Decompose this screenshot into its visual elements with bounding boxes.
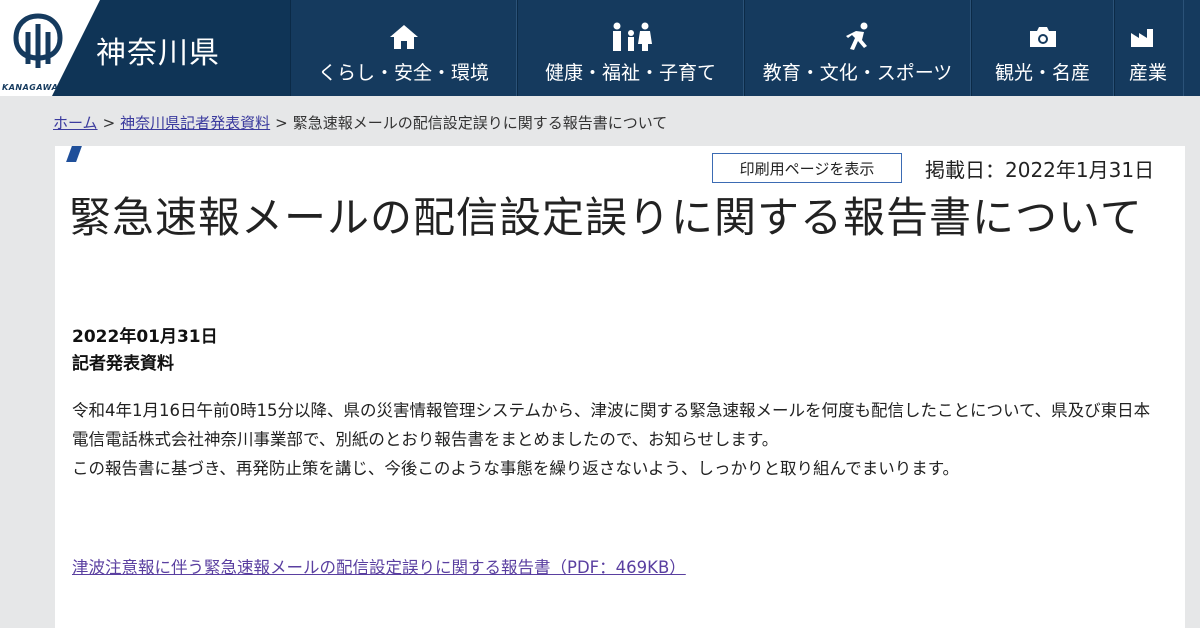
breadcrumb: ホーム > 神奈川県記者発表資料 > 緊急速報メールの配信設定誤りに関する報告書について bbox=[53, 112, 667, 133]
article-body: 令和4年1月16日午前0時15分以降、県の災害情報管理システムから、津波に関する… bbox=[72, 396, 1152, 483]
release-type: 記者発表資料 bbox=[72, 354, 174, 374]
nav-label: 健康・福祉・子育て bbox=[544, 62, 716, 84]
logo-caption: KANAGAWA bbox=[2, 83, 59, 92]
breadcrumb-parent-link[interactable]: 神奈川県記者発表資料 bbox=[120, 114, 270, 132]
site-header: KANAGAWA 神奈川県 くらし・安全・環境 健康・福祉・子育て 教育・文化・… bbox=[0, 0, 1200, 96]
nav-item-education[interactable]: 教育・文化・スポーツ bbox=[744, 0, 971, 96]
content-card: 印刷用ページを表示 掲載日：2022年1月31日 緊急速報メールの配信設定誤りに… bbox=[55, 146, 1185, 628]
nav-item-tourism[interactable]: 観光・名産 bbox=[971, 0, 1114, 96]
family-icon bbox=[609, 22, 653, 52]
nav-label: くらし・安全・環境 bbox=[317, 62, 489, 84]
body-paragraph: この報告書に基づき、再発防止策を講じ、今後このような事態を繰り返さないよう、しっ… bbox=[72, 459, 960, 478]
nav-label: 産業 bbox=[1129, 62, 1168, 84]
print-page-button[interactable]: 印刷用ページを表示 bbox=[712, 153, 902, 183]
report-pdf-link[interactable]: 津波注意報に伴う緊急速報メールの配信設定誤りに関する報告書（PDF：469KB） bbox=[72, 554, 686, 578]
breadcrumb-separator: > bbox=[102, 114, 116, 132]
nav-label: 教育・文化・スポーツ bbox=[762, 62, 953, 84]
runner-icon bbox=[843, 22, 873, 52]
breadcrumb-separator: > bbox=[275, 114, 288, 132]
breadcrumb-current: 緊急速報メールの配信設定誤りに関する報告書について bbox=[292, 114, 668, 132]
nav-item-health[interactable]: 健康・福祉・子育て bbox=[517, 0, 744, 96]
published-date: 掲載日：2022年1月31日 bbox=[925, 158, 1155, 182]
site-title[interactable]: 神奈川県 bbox=[96, 28, 220, 72]
logo-area[interactable]: KANAGAWA 神奈川県 bbox=[0, 0, 290, 96]
body-paragraph: 令和4年1月16日午前0時15分以降、県の災害情報管理システムから、津波に関する… bbox=[72, 401, 1151, 449]
prefecture-emblem-icon bbox=[13, 13, 63, 68]
house-icon bbox=[389, 22, 419, 52]
industry-icon bbox=[1129, 22, 1159, 52]
breadcrumb-home-link[interactable]: ホーム bbox=[53, 114, 98, 132]
page-title: 緊急速報メールの配信設定誤りに関する報告書について bbox=[69, 193, 1143, 242]
global-nav: くらし・安全・環境 健康・福祉・子育て 教育・文化・スポーツ 観光・名産 産業 bbox=[290, 0, 1184, 96]
release-date: 2022年01月31日 bbox=[72, 327, 218, 347]
card-accent bbox=[66, 146, 82, 162]
camera-icon bbox=[1028, 22, 1058, 52]
nav-label: 観光・名産 bbox=[994, 62, 1090, 84]
nav-item-industry[interactable]: 産業 bbox=[1114, 0, 1184, 96]
nav-item-living[interactable]: くらし・安全・環境 bbox=[290, 0, 517, 96]
